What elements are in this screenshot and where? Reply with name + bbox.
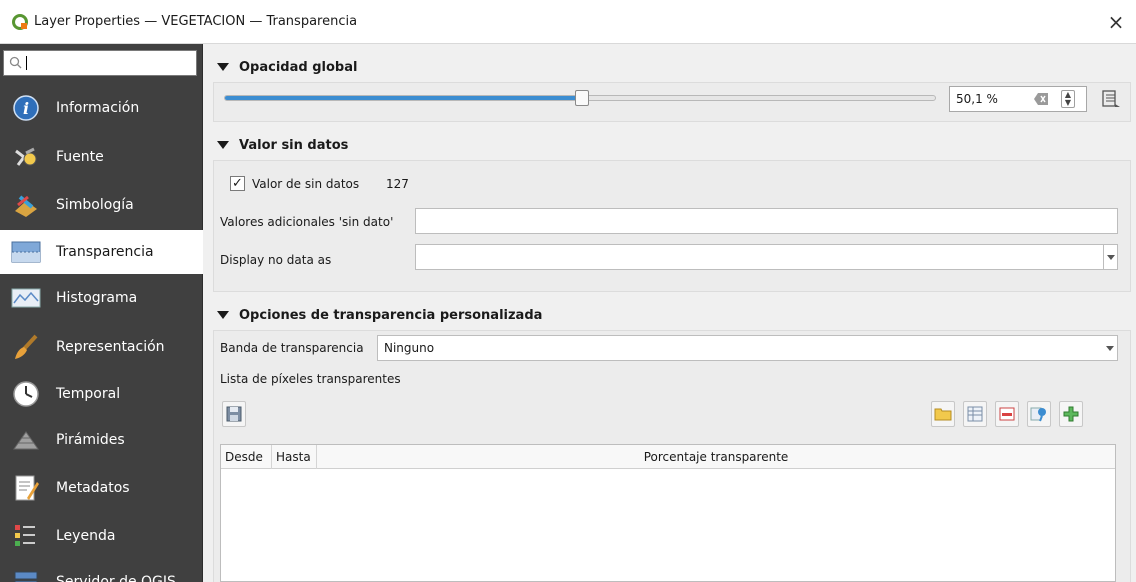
- title-bar: Layer Properties — VEGETACION — Transpar…: [0, 0, 1136, 44]
- transparent-pixels-table[interactable]: Desde Hasta Porcentaje transparente: [220, 444, 1116, 582]
- additional-no-data-label: Valores adicionales 'sin dato': [220, 215, 394, 229]
- sidebar-item-transparencia[interactable]: Transparencia: [0, 230, 203, 274]
- section-title: Valor sin datos: [239, 137, 349, 153]
- sidebar-item-label: Histograma: [56, 290, 138, 306]
- no-data-checkbox-label: Valor de sin datos: [252, 177, 360, 191]
- data-defined-override-icon[interactable]: [1098, 87, 1122, 111]
- add-row-button[interactable]: [1059, 401, 1083, 427]
- section-header-global-opacity[interactable]: Opacidad global: [213, 52, 1131, 82]
- remove-row-button[interactable]: [995, 401, 1019, 427]
- search-icon: [9, 56, 22, 69]
- clear-icon[interactable]: [1033, 92, 1049, 106]
- transparency-band-combo[interactable]: Ninguno: [377, 335, 1118, 361]
- info-icon: i: [10, 92, 42, 124]
- collapse-triangle-icon: [217, 63, 229, 71]
- spin-arrows[interactable]: ▲ ▼: [1061, 90, 1075, 108]
- opacity-slider-handle[interactable]: [575, 90, 589, 106]
- sidebar-item-representacion[interactable]: Representación: [0, 325, 203, 369]
- collapse-triangle-icon: [217, 311, 229, 319]
- transparency-icon: [10, 236, 42, 268]
- minus-icon: [999, 407, 1015, 421]
- main-panel: Opacidad global 50,1 % ▲ ▼ Valor sin dato…: [207, 44, 1136, 582]
- histogram-icon: [10, 282, 42, 314]
- chevron-down-icon: [1103, 245, 1117, 269]
- no-data-group: ✓ Valor de sin datos 127 Valores adicion…: [213, 160, 1131, 292]
- section-header-no-data[interactable]: Valor sin datos: [213, 130, 1131, 160]
- rendering-icon: [10, 331, 42, 363]
- table-icon: [967, 406, 983, 422]
- close-button[interactable]: ×: [1096, 0, 1136, 44]
- sidebar-item-label: Transparencia: [56, 244, 154, 260]
- section-title: Opciones de transparencia personalizada: [239, 307, 543, 323]
- sidebar-item-label: Simbología: [56, 197, 134, 213]
- folder-icon: [934, 408, 952, 421]
- transparent-pixels-label: Lista de píxeles transparentes: [220, 372, 401, 386]
- sidebar-item-fuente[interactable]: Fuente: [0, 135, 203, 179]
- save-icon: [226, 406, 242, 422]
- default-values-button[interactable]: [963, 401, 987, 427]
- section-title: Opacidad global: [239, 59, 358, 75]
- additional-no-data-input[interactable]: [415, 208, 1118, 234]
- search-box[interactable]: [3, 50, 197, 76]
- metadata-icon: [10, 472, 42, 504]
- sidebar-item-label: Información: [56, 100, 140, 116]
- sidebar-item-label: Fuente: [56, 149, 104, 165]
- collapse-triangle-icon: [217, 141, 229, 149]
- save-button[interactable]: [222, 401, 246, 427]
- transparency-band-value: Ninguno: [384, 341, 435, 355]
- opacity-spinbox[interactable]: 50,1 % ▲ ▼: [949, 86, 1087, 112]
- plus-icon: [1063, 406, 1079, 422]
- no-data-value: 127: [386, 177, 409, 191]
- opacity-value: 50,1 %: [956, 92, 998, 106]
- sidebar-item-label: Pirámides: [56, 432, 125, 448]
- sidebar-item-label: Temporal: [56, 386, 121, 402]
- sidebar-item-informacion[interactable]: i Información: [0, 86, 203, 130]
- sidebar-item-label: Representación: [56, 339, 165, 355]
- clock-icon: [10, 378, 42, 410]
- opacity-slider-fill: [225, 96, 582, 100]
- sidebar-item-label: Leyenda: [56, 528, 116, 544]
- sidebar-item-leyenda[interactable]: Leyenda: [0, 514, 203, 558]
- chevron-down-icon: [1103, 336, 1117, 360]
- pyramids-icon: [10, 424, 42, 456]
- display-no-data-label: Display no data as: [220, 253, 332, 267]
- search-input[interactable]: [28, 53, 194, 73]
- display-no-data-combo[interactable]: [415, 244, 1118, 270]
- sidebar-item-servidor[interactable]: Servidor de QGIS: [0, 560, 203, 582]
- svg-text:i: i: [23, 99, 29, 118]
- sidebar-item-label: Servidor de QGIS: [56, 574, 176, 582]
- add-from-display-button[interactable]: [1027, 401, 1051, 427]
- column-header-porcentaje[interactable]: Porcentaje transparente: [317, 445, 1115, 469]
- column-header-hasta[interactable]: Hasta: [272, 445, 317, 469]
- close-icon: ×: [1107, 10, 1125, 34]
- sidebar: i Información Fuente Simbología Transpar…: [0, 44, 203, 582]
- source-icon: [10, 141, 42, 173]
- pick-pixel-icon: [1030, 407, 1046, 422]
- no-data-checkbox[interactable]: ✓: [230, 176, 245, 191]
- qgis-logo-icon: [12, 14, 28, 30]
- global-opacity-group: 50,1 % ▲ ▼: [213, 82, 1131, 122]
- text-caret: [26, 56, 27, 70]
- sidebar-item-simbologia[interactable]: Simbología: [0, 183, 203, 227]
- import-from-file-button[interactable]: [931, 401, 955, 427]
- symbology-icon: [10, 189, 42, 221]
- sidebar-item-metadatos[interactable]: Metadatos: [0, 466, 203, 510]
- legend-icon: [10, 520, 42, 552]
- sidebar-item-temporal[interactable]: Temporal: [0, 372, 203, 416]
- opacity-slider[interactable]: [224, 90, 936, 106]
- column-header-desde[interactable]: Desde: [221, 445, 272, 469]
- server-icon: [10, 566, 42, 582]
- sidebar-item-piramides[interactable]: Pirámides: [0, 418, 203, 462]
- section-header-custom-transparency[interactable]: Opciones de transparencia personalizada: [213, 300, 1131, 330]
- sidebar-item-label: Metadatos: [56, 480, 130, 496]
- table-header: Desde Hasta Porcentaje transparente: [221, 445, 1115, 469]
- window-title: Layer Properties — VEGETACION — Transpar…: [34, 14, 358, 29]
- transparency-band-label: Banda de transparencia: [220, 341, 364, 355]
- sidebar-item-histograma[interactable]: Histograma: [0, 276, 203, 320]
